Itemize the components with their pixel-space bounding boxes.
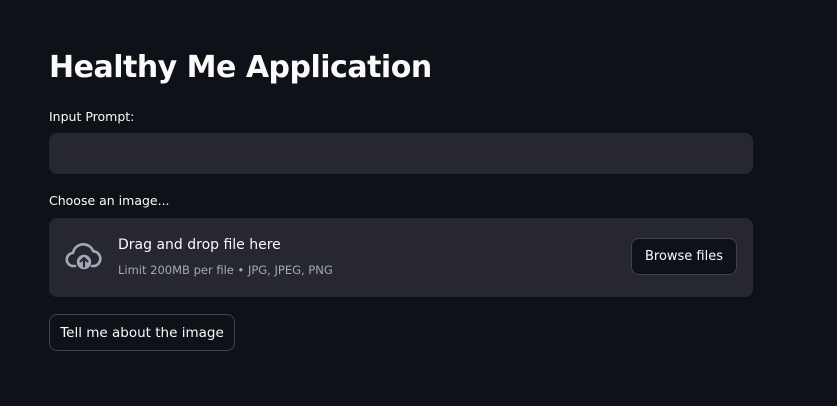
app-container: Healthy Me Application Input Prompt: Cho… xyxy=(0,0,837,406)
cloud-upload-icon xyxy=(65,243,102,270)
prompt-input[interactable] xyxy=(49,133,753,174)
dropzone-instructions: Drag and drop file here xyxy=(118,237,281,253)
image-uploader-label: Choose an image... xyxy=(49,193,170,208)
prompt-label: Input Prompt: xyxy=(49,109,135,124)
file-dropzone[interactable]: Drag and drop file here Limit 200MB per … xyxy=(49,218,753,297)
dropzone-file-limit: Limit 200MB per file • JPG, JPEG, PNG xyxy=(118,263,333,277)
page-title: Healthy Me Application xyxy=(49,50,432,85)
browse-files-button[interactable]: Browse files xyxy=(631,238,737,275)
tell-me-about-image-button[interactable]: Tell me about the image xyxy=(49,314,235,351)
